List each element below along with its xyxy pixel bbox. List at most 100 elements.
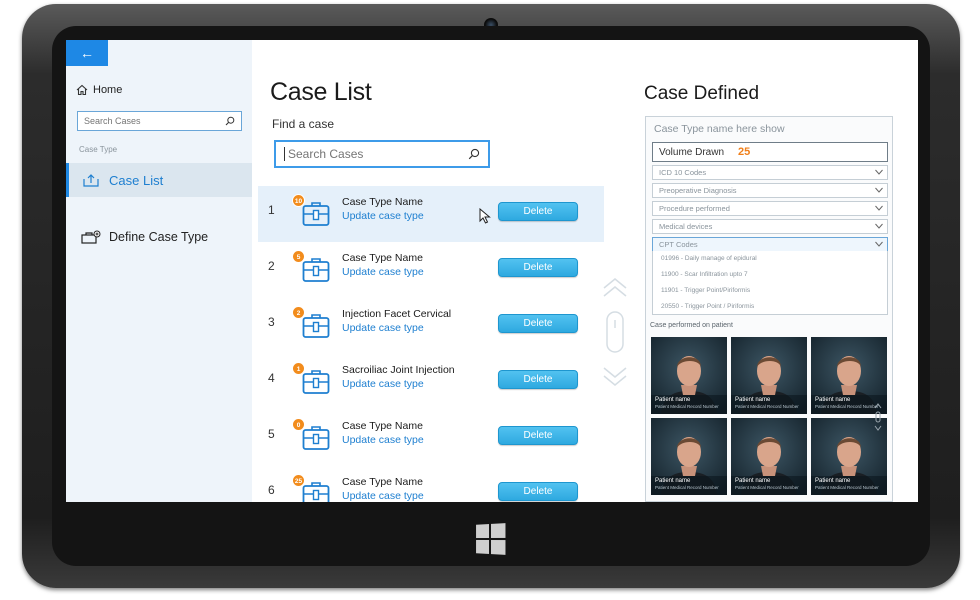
dropdown-label: ICD 10 Codes — [659, 168, 707, 177]
delete-button[interactable]: Delete — [498, 202, 578, 221]
patient-photo-grid: Patient name Patient Medical Record Numb… — [651, 337, 891, 495]
sidebar-item-define-case-type[interactable]: Define Case Type — [66, 223, 252, 251]
upload-icon — [83, 174, 99, 187]
table-row[interactable]: 2 5 Case Type Name Update case type Dele… — [258, 242, 604, 298]
sidebar-search[interactable] — [77, 111, 242, 131]
dropdown-icd-10-codes[interactable]: ICD 10 Codes — [652, 165, 888, 180]
delete-button[interactable]: Delete — [498, 482, 578, 501]
scroll-handle — [606, 311, 624, 353]
update-case-type-link[interactable]: Update case type — [342, 378, 424, 390]
table-row[interactable]: 3 2 Injection Facet Cervical Update case… — [258, 298, 604, 354]
case-type-name: Sacroiliac Joint Injection — [342, 364, 455, 376]
case-search[interactable] — [274, 140, 490, 168]
table-row[interactable]: 5 0 Case Type Name Update case type Dele… — [258, 410, 604, 466]
patient-record-number: Patient Medical Record Number — [815, 404, 879, 409]
medical-kit-icon — [302, 482, 330, 502]
table-row[interactable]: 4 1 Sacroiliac Joint Injection Update ca… — [258, 354, 604, 410]
patient-name: Patient name — [815, 397, 851, 403]
volume-drawn-field[interactable]: Volume Drawn 25 — [652, 142, 888, 162]
volume-drawn-label: Volume Drawn — [659, 147, 725, 158]
delete-button[interactable]: Delete — [498, 426, 578, 445]
table-row[interactable]: 6 25 Case Type Name Update case type Del… — [258, 466, 604, 502]
table-row[interactable]: 1 10 Case Type Name Update case type Del… — [258, 186, 604, 242]
sidebar-search-input[interactable] — [84, 116, 214, 126]
update-case-type-link[interactable]: Update case type — [342, 266, 424, 278]
medical-kit-icon — [302, 314, 330, 338]
cpt-option[interactable]: 11901 - Trigger Point/Piriformis — [653, 283, 887, 299]
cpt-option[interactable]: 20550 - Trigger Point / Piriformis — [653, 299, 887, 315]
case-icon: 2 — [292, 306, 332, 342]
medical-kit-icon — [302, 258, 330, 282]
sidebar: ← Home Case Type Case List Define Case T… — [66, 40, 252, 502]
scroll-up-icon — [603, 278, 627, 297]
home-label: Home — [93, 84, 123, 96]
count-badge: 25 — [292, 474, 305, 487]
case-performed-label: Case performed on patient — [650, 322, 733, 329]
chevron-down-icon — [875, 169, 883, 175]
medical-kit-icon — [302, 426, 330, 450]
update-case-type-link[interactable]: Update case type — [342, 322, 424, 334]
update-case-type-link[interactable]: Update case type — [342, 490, 424, 502]
section-label: Case Type — [79, 145, 118, 154]
patient-name: Patient name — [815, 478, 851, 484]
update-case-type-link[interactable]: Update case type — [342, 210, 424, 222]
patient-photo-card[interactable]: Patient name Patient Medical Record Numb… — [731, 337, 807, 414]
case-type-name: Injection Facet Cervical — [342, 308, 452, 320]
count-badge: 5 — [292, 250, 305, 263]
sidebar-item-label: Case List — [109, 172, 164, 188]
chevron-down-icon — [875, 223, 883, 229]
row-number: 1 — [268, 203, 275, 217]
case-icon: 5 — [292, 250, 332, 286]
scroll-down-icon — [603, 367, 627, 386]
case-list: 1 10 Case Type Name Update case type Del… — [258, 186, 604, 502]
count-badge: 2 — [292, 306, 305, 319]
dropdown-procedure-performed[interactable]: Procedure performed — [652, 201, 888, 216]
delete-button[interactable]: Delete — [498, 258, 578, 277]
case-icon: 10 — [292, 194, 332, 230]
dropdown-cpt-codes[interactable]: CPT Codes — [652, 237, 888, 252]
dropdown-label: CPT Codes — [659, 240, 698, 249]
home-link[interactable]: Home — [76, 84, 122, 96]
count-badge: 10 — [292, 194, 305, 207]
update-case-type-link[interactable]: Update case type — [342, 434, 424, 446]
case-icon: 1 — [292, 362, 332, 398]
volume-drawn-value: 25 — [738, 146, 751, 158]
photo-scroll-indicator[interactable] — [874, 402, 882, 432]
delete-button[interactable]: Delete — [498, 370, 578, 389]
delete-button[interactable]: Delete — [498, 314, 578, 333]
chevron-down-icon — [875, 205, 883, 211]
count-badge: 1 — [292, 362, 305, 375]
case-search-input[interactable] — [288, 147, 458, 161]
windows-logo-icon[interactable] — [476, 523, 506, 555]
find-case-label: Find a case — [272, 117, 335, 131]
dropdown-label: Preoperative Diagnosis — [659, 186, 737, 195]
row-number: 3 — [268, 315, 275, 329]
case-type-name-field[interactable]: Case Type name here show — [654, 123, 785, 135]
dropdown-preoperative-diagnosis[interactable]: Preoperative Diagnosis — [652, 183, 888, 198]
cpt-option[interactable]: 01996 - Daily manage of epidural — [653, 251, 887, 267]
dropdown-medical-devices[interactable]: Medical devices — [652, 219, 888, 234]
case-type-name: Case Type Name — [342, 196, 423, 208]
patient-photo-card[interactable]: Patient name Patient Medical Record Numb… — [651, 337, 727, 414]
sidebar-item-case-list[interactable]: Case List — [66, 163, 252, 197]
case-defined-title: Case Defined — [644, 83, 760, 104]
define-case-icon — [81, 230, 101, 244]
patient-photo-card[interactable]: Patient name Patient Medical Record Numb… — [731, 418, 807, 495]
dropdown-label: Medical devices — [659, 222, 713, 231]
cpt-option[interactable]: 11900 - Scar Infiltration upto 7 — [653, 267, 887, 283]
medical-kit-icon — [302, 202, 330, 226]
chevron-down-icon — [875, 187, 883, 193]
back-button[interactable]: ← — [66, 40, 108, 66]
scroll-control[interactable] — [601, 274, 629, 390]
patient-name: Patient name — [655, 478, 691, 484]
chevron-down-icon — [875, 241, 883, 247]
patient-photo-card[interactable]: Patient name Patient Medical Record Numb… — [651, 418, 727, 495]
search-icon[interactable] — [468, 148, 480, 160]
sidebar-item-label: Define Case Type — [109, 230, 209, 244]
case-type-name: Case Type Name — [342, 420, 423, 432]
row-number: 4 — [268, 371, 275, 385]
search-icon[interactable] — [225, 116, 235, 126]
case-type-name: Case Type Name — [342, 252, 423, 264]
patient-record-number: Patient Medical Record Number — [655, 404, 719, 409]
case-icon: 0 — [292, 418, 332, 454]
